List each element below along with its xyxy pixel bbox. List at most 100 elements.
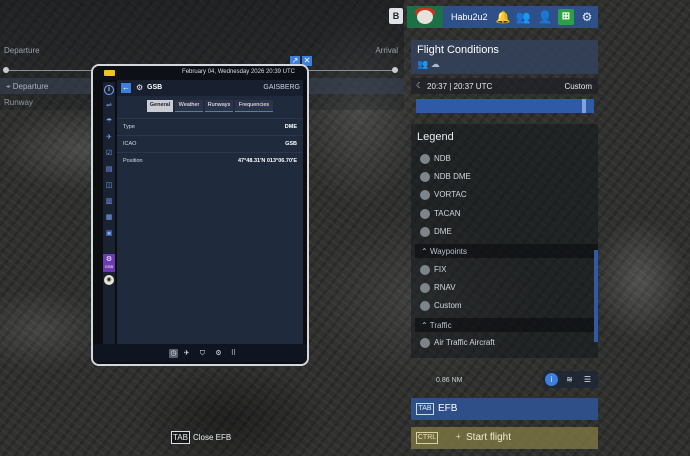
tab-runways[interactable]: Runways — [205, 100, 233, 112]
legend-item-label: DME — [434, 227, 452, 236]
apps-grid-icon[interactable]: ⠿ — [229, 349, 238, 358]
record-icon[interactable]: ◉ — [104, 275, 114, 285]
tab-general[interactable]: General — [147, 100, 173, 112]
row-value: GSB — [285, 141, 297, 147]
document-icon[interactable]: ▥ — [104, 197, 114, 207]
legend-title: Legend — [417, 131, 454, 143]
legend-section-traffic[interactable]: ⌃ Traffic — [415, 318, 598, 332]
legend-item-label: Custom — [434, 301, 462, 310]
legend-item-tacan[interactable]: TACAN — [420, 208, 461, 220]
clock-icon[interactable]: ◷ — [169, 349, 178, 358]
legend-panel: Legend NDB NDB DME VORTAC TACAN DME ⌃ Wa… — [411, 124, 598, 358]
clipboard-icon[interactable]: ▣ — [104, 229, 114, 239]
legend-section-waypoints[interactable]: ⌃ Waypoints — [415, 244, 598, 258]
checklist-icon[interactable]: ☑ — [104, 149, 114, 159]
weather-icon[interactable]: ☂ — [104, 117, 114, 127]
chevron-up-icon: ⌃ — [421, 247, 430, 256]
time-slider-handle[interactable] — [582, 99, 586, 113]
tacan-icon — [420, 209, 430, 219]
calculator-icon[interactable]: ▦ — [104, 213, 114, 223]
notification-bell-icon[interactable]: 🔔 — [495, 9, 511, 25]
custom-waypoint-icon — [420, 301, 430, 311]
start-flight-button[interactable]: CTRL + Start flight — [411, 427, 598, 449]
gear-icon[interactable]: ⚙ — [579, 9, 595, 25]
tablet-date: February 04, Wednesday 2026 20:39 UTC — [182, 69, 295, 75]
marketplace-icon[interactable]: ⊞ — [558, 9, 574, 25]
layers-icon[interactable]: ≋ — [563, 373, 576, 386]
sliders-icon[interactable]: ⇌ — [104, 101, 114, 111]
list-icon[interactable]: ☰ — [581, 373, 594, 386]
people-icon: 👥 — [417, 59, 429, 69]
legend-item-dme[interactable]: DME — [420, 226, 452, 238]
navaid-icon: ⚙ — [105, 256, 113, 263]
time-slider[interactable] — [416, 99, 594, 113]
tablet-status-bar: February 04, Wednesday 2026 20:39 UTC — [93, 66, 307, 80]
friends-icon[interactable]: 👥 — [515, 9, 531, 25]
ndb-dme-icon — [420, 172, 430, 182]
close-efb-label: Close EFB — [193, 433, 232, 442]
rail-item-gsb[interactable]: ⚙ GSB — [103, 254, 115, 272]
battery-icon — [104, 70, 115, 76]
legend-scrollbar[interactable] — [594, 250, 598, 342]
username[interactable]: Habu2u2 — [451, 12, 488, 22]
start-key-hint: CTRL — [416, 432, 438, 444]
avatar-head — [417, 10, 433, 24]
time-row: ☾ 20:37 | 20:37 UTC Custom — [411, 78, 598, 94]
profile-icon[interactable]: 👤 — [537, 9, 553, 25]
info-icon[interactable]: i — [545, 373, 558, 386]
notepad-icon[interactable]: ▤ — [104, 165, 114, 175]
departure-label: Departure — [4, 46, 40, 55]
legend-item-rnav[interactable]: RNAV — [420, 282, 456, 294]
arrival-marker[interactable] — [392, 67, 398, 73]
cloud-icon: ☁ — [430, 59, 440, 69]
efb-content: ← ⚙ GSB GAISBERG General Weather Runways… — [117, 80, 303, 350]
dme-symbol-icon: ⚙ — [136, 83, 144, 92]
flight-conditions-panel[interactable]: Flight Conditions 👥 ☁ — [411, 40, 598, 74]
efb-button-label: EFB — [438, 403, 458, 414]
time-display: 20:37 | 20:37 UTC — [427, 82, 493, 91]
aircraft-icon[interactable]: ✈ — [104, 133, 114, 143]
vortac-icon — [420, 190, 430, 200]
legend-item-ndb-dme[interactable]: NDB DME — [420, 171, 471, 183]
shield-icon[interactable]: ⛉ — [198, 349, 207, 358]
legend-item-vortac[interactable]: VORTAC — [420, 189, 467, 201]
tab-weather[interactable]: Weather — [175, 100, 203, 112]
info-row-type: Type DME — [117, 118, 303, 134]
legend-item-custom[interactable]: Custom — [420, 300, 462, 312]
info-row-position: Position 47°48.31'N 013°06.70'E — [117, 152, 303, 168]
section-label: Waypoints — [429, 247, 467, 256]
efb-button[interactable]: TAB EFB — [411, 398, 598, 420]
settings-icon[interactable]: ⚙ — [214, 349, 223, 358]
runway-label[interactable]: Runway — [4, 98, 33, 107]
station-name: GAISBERG — [263, 84, 300, 91]
efb-bottom-bar: ◷ ✈ ⛉ ⚙ ⠿ — [93, 344, 307, 362]
dme-icon — [420, 227, 430, 237]
flight-conditions-title: Flight Conditions — [417, 44, 499, 56]
legend-item-label: TACAN — [434, 209, 461, 218]
back-arrow-icon[interactable]: ← — [121, 83, 131, 93]
info-circle-icon[interactable]: i — [104, 85, 114, 95]
avatar[interactable] — [407, 6, 443, 28]
legend-item-ndb[interactable]: NDB — [420, 153, 451, 165]
close-key-hint: TAB — [171, 431, 190, 444]
ndb-icon — [420, 154, 430, 164]
close-efb-hint[interactable]: TAB Close EFB — [171, 431, 231, 444]
map-tools: i ≋ ☰ — [543, 371, 598, 388]
chevron-up-icon: ⌃ — [421, 321, 430, 330]
moon-icon: ☾ — [416, 81, 424, 90]
legend-item-fix[interactable]: FIX — [420, 264, 446, 276]
rnav-icon — [420, 283, 430, 293]
tab-frequencies[interactable]: Frequencies — [235, 100, 273, 112]
legend-item-label: VORTAC — [434, 190, 467, 199]
b-key-hint: B — [389, 8, 403, 24]
departure-item-label: Departure — [12, 82, 49, 91]
plane-icon[interactable]: ✈ — [182, 349, 191, 358]
section-label: Traffic — [429, 321, 452, 330]
row-key: ICAO — [123, 141, 137, 147]
map-icon[interactable]: ◫ — [104, 181, 114, 191]
efb-tablet: February 04, Wednesday 2026 20:39 UTC i … — [91, 64, 309, 366]
legend-item-air-traffic[interactable]: Air Traffic Aircraft — [420, 337, 495, 349]
departure-marker[interactable] — [3, 67, 9, 73]
weather-icons: 👥 ☁ — [417, 59, 440, 70]
legend-item-label: NDB — [434, 154, 451, 163]
